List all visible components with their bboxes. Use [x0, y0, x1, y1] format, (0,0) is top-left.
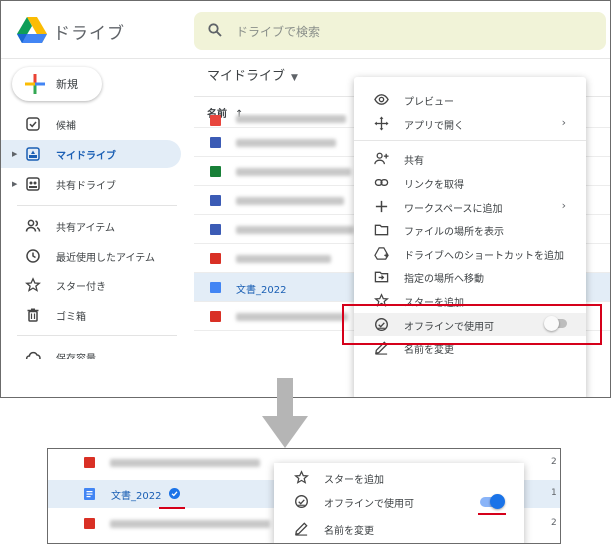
- star-icon: [294, 470, 309, 484]
- people-icon: [25, 219, 41, 232]
- shared-drive-icon: [26, 177, 40, 191]
- highlight-box: [342, 304, 602, 345]
- pencil-icon: [295, 522, 308, 536]
- star-icon: [25, 277, 41, 292]
- plus-icon: [375, 200, 388, 213]
- blurred-file-name: [236, 115, 346, 123]
- header-divider: [1, 58, 610, 59]
- offline-badge-icon: [169, 488, 180, 499]
- map-file-icon: [84, 518, 95, 529]
- chevron-down-icon[interactable]: ▼: [291, 73, 298, 83]
- menu-item-open-with[interactable]: アプリで開く ›: [354, 112, 586, 135]
- docs-file-icon: [84, 488, 95, 500]
- move-arrows-icon: [374, 116, 389, 131]
- drive-window: ドライブ ドライブで検索 新規 候補 ▶ マイドライブ ▶ 共有ドライブ 共有ア…: [0, 0, 611, 398]
- sidebar-divider: [17, 335, 177, 336]
- plus-color-icon: [25, 74, 45, 94]
- search-placeholder[interactable]: ドライブで検索: [236, 23, 320, 40]
- blurred-file-name: [236, 139, 336, 147]
- cloud-icon: [25, 351, 41, 359]
- chevron-right-icon: ›: [561, 199, 566, 212]
- sidebar-divider: [17, 205, 177, 206]
- my-drive-icon: [26, 147, 40, 161]
- context-menu: プレビュー アプリで開く › 共有 リンクを取得 ワークスペースに追加 › ファ…: [354, 77, 586, 397]
- expand-caret-icon[interactable]: ▶: [12, 180, 17, 188]
- eye-icon: [374, 94, 389, 105]
- folder-icon: [374, 224, 389, 236]
- blurred-file-name: [110, 459, 260, 467]
- menu-item-share[interactable]: 共有: [354, 147, 586, 170]
- sidebar-item-starred[interactable]: スター付き: [1, 271, 181, 299]
- sidebar-item-trash[interactable]: ゴミ箱: [1, 301, 181, 329]
- detail-view: 2 文書_2022 1 2 スターを追加 オフラインで使用可 名前を変更: [47, 448, 561, 544]
- blurred-file-name: [236, 168, 351, 176]
- sheets-file-icon: [210, 166, 221, 177]
- blurred-file-name: [236, 197, 344, 205]
- search-icon: [208, 23, 222, 37]
- sidebar-item-my-drive[interactable]: ▶ マイドライブ: [1, 140, 181, 168]
- menu-divider: [354, 140, 586, 141]
- clock-icon: [26, 249, 40, 263]
- map-file-icon: [210, 311, 221, 322]
- chevron-right-icon: ›: [561, 116, 566, 129]
- forms-file-icon: [210, 137, 221, 148]
- sidebar-item-storage[interactable]: 保存容量: [1, 343, 181, 359]
- slides-file-icon: [210, 115, 221, 126]
- expand-caret-icon[interactable]: ▶: [12, 150, 17, 158]
- menu-item-add-shortcut[interactable]: ドライブへのショートカットを追加: [354, 242, 586, 265]
- sidebar-item-shared-drives[interactable]: ▶ 共有ドライブ: [1, 170, 181, 198]
- sidebar-item-recent[interactable]: 最近使用したアイテム: [1, 242, 181, 270]
- offline-toggle-on[interactable]: [480, 494, 505, 509]
- down-arrow-icon: [262, 378, 308, 448]
- link-icon: [374, 179, 389, 186]
- forms-file-icon: [210, 195, 221, 206]
- person-add-icon: [374, 152, 389, 165]
- menu-item-add-to-workspace[interactable]: ワークスペースに追加 ›: [354, 195, 586, 218]
- menu-item-preview[interactable]: プレビュー: [354, 88, 586, 111]
- blurred-file-name: [236, 226, 354, 234]
- blurred-file-name: [110, 520, 270, 528]
- app-title: ドライブ: [53, 24, 125, 44]
- underline-badge: [159, 507, 185, 509]
- map-file-icon: [84, 457, 95, 468]
- menu-item-add-star[interactable]: スターを追加: [274, 466, 524, 489]
- map-file-icon: [210, 253, 221, 264]
- file-name[interactable]: 文書_2022: [111, 487, 161, 502]
- offline-check-icon: [295, 495, 308, 508]
- trash-icon: [27, 308, 39, 322]
- blurred-file-name: [236, 313, 348, 321]
- sidebar-item-suggested[interactable]: 候補: [1, 110, 181, 138]
- underline-toggle: [478, 513, 506, 515]
- blurred-file-name: [236, 255, 331, 263]
- search-bar[interactable]: ドライブで検索: [194, 12, 606, 50]
- new-button-label: 新規: [56, 78, 78, 91]
- menu-item-show-location[interactable]: ファイルの場所を表示: [354, 218, 586, 241]
- file-name[interactable]: 文書_2022: [236, 281, 286, 296]
- menu-item-get-link[interactable]: リンクを取得: [354, 171, 586, 194]
- drive-shortcut-icon: [374, 247, 389, 260]
- new-button[interactable]: 新規: [12, 67, 102, 101]
- menu-item-available-offline[interactable]: オフラインで使用可: [274, 490, 524, 513]
- forms-file-icon: [210, 224, 221, 235]
- breadcrumb[interactable]: マイドライブ ▼: [207, 65, 298, 84]
- check-square-icon: [26, 117, 40, 131]
- toggle-knob: [490, 494, 505, 509]
- sidebar-item-shared-with-me[interactable]: 共有アイテム: [1, 212, 181, 240]
- menu-item-move-to[interactable]: 指定の場所へ移動: [354, 265, 586, 288]
- drive-logo-icon: [17, 17, 47, 43]
- context-menu-detail: スターを追加 オフラインで使用可 名前を変更: [274, 463, 524, 543]
- move-folder-icon: [374, 271, 389, 283]
- docs-file-icon: [210, 282, 221, 293]
- menu-item-rename[interactable]: 名前を変更: [274, 517, 524, 541]
